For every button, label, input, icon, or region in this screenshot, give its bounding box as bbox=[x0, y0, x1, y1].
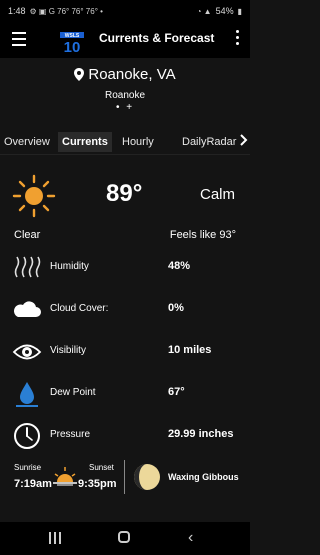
pressure-label: Pressure bbox=[50, 429, 91, 440]
humidity-value: 48% bbox=[168, 260, 191, 272]
location-selector[interactable]: Roanoke, VA bbox=[74, 66, 176, 83]
battery-text: 54% bbox=[215, 6, 234, 16]
status-time: 1:48 bbox=[8, 6, 26, 16]
dew-point-icon bbox=[16, 382, 38, 407]
chevron-right-icon[interactable] bbox=[240, 134, 248, 146]
tab-overview[interactable]: Overview bbox=[4, 136, 50, 148]
battery-icon: ▮ bbox=[237, 6, 242, 16]
sunrise-time: 7:19am bbox=[14, 478, 52, 490]
recent-apps-icon[interactable] bbox=[48, 532, 62, 544]
location-header: Roanoke, VA Roanoke • + bbox=[0, 66, 250, 113]
back-icon[interactable]: ‹ bbox=[188, 529, 193, 547]
forecast-tabs: Overview Currents Hourly DailyRadar bbox=[0, 130, 250, 155]
current-conditions: 89° Calm bbox=[0, 170, 250, 220]
humidity-icon bbox=[14, 256, 41, 278]
detail-row-pressure: Pressure 29.99 inches bbox=[0, 421, 250, 451]
sunrise-label: Sunrise bbox=[14, 463, 42, 472]
cloud-icon bbox=[14, 301, 42, 317]
location-pin-icon bbox=[74, 68, 85, 81]
pressure-value: 29.99 inches bbox=[168, 428, 234, 440]
station-logo: WSLS 10 bbox=[60, 32, 84, 54]
pressure-gauge-icon bbox=[14, 423, 40, 449]
location-pager[interactable]: • + bbox=[0, 102, 250, 113]
location-subtitle: Roanoke bbox=[104, 90, 146, 101]
condition-text: Clear bbox=[14, 229, 41, 241]
wifi-signal-icon: ◔ ▲ bbox=[196, 6, 212, 16]
sun-icon bbox=[12, 174, 56, 218]
condition-row: Clear Feels like 93° bbox=[14, 229, 236, 241]
more-options-icon[interactable] bbox=[234, 30, 240, 50]
detail-row-cloud-cover: Cloud Cover: 0% bbox=[0, 295, 250, 325]
cloud-cover-label: Cloud Cover: bbox=[50, 303, 109, 314]
menu-icon[interactable] bbox=[12, 32, 26, 46]
status-notification-icons: ⚙ ▣ G 76° 76° 76° • bbox=[29, 6, 103, 16]
dew-point-label: Dew Point bbox=[50, 387, 96, 398]
feels-like-text: Feels like 93° bbox=[169, 229, 236, 241]
tab-hourly[interactable]: Hourly bbox=[122, 136, 154, 148]
current-temperature: 89° bbox=[106, 180, 143, 207]
sunset-time: 9:35pm bbox=[78, 478, 117, 490]
system-nav-bar: ‹ bbox=[0, 522, 250, 555]
detail-row-humidity: Humidity 48% bbox=[0, 253, 250, 283]
detail-row-dew-point: Dew Point 67° bbox=[0, 379, 250, 409]
status-bar: 1:48 ⚙ ▣ G 76° 76° 76° • ◔ ▲ 54% ▮ bbox=[0, 0, 250, 22]
eye-icon bbox=[12, 344, 42, 360]
home-icon[interactable] bbox=[118, 531, 130, 543]
visibility-label: Visibility bbox=[50, 345, 86, 356]
moon-phase-icon bbox=[134, 464, 160, 490]
moon-phase-text: Waxing Gibbous bbox=[168, 472, 239, 482]
wind-status: Calm bbox=[200, 186, 236, 203]
location-name: Roanoke, VA bbox=[88, 66, 176, 83]
svg-text:10: 10 bbox=[64, 39, 81, 54]
app-bar: WSLS 10 Currents & Forecast bbox=[0, 22, 250, 58]
sunset-label: Sunset bbox=[89, 463, 114, 472]
cloud-cover-value: 0% bbox=[168, 302, 184, 314]
tab-daily-radar[interactable]: DailyRadar bbox=[182, 136, 236, 148]
tab-currents[interactable]: Currents bbox=[58, 132, 112, 152]
humidity-label: Humidity bbox=[50, 261, 89, 272]
visibility-value: 10 miles bbox=[168, 344, 212, 356]
dew-point-value: 67° bbox=[168, 386, 185, 398]
sunrise-sunset-icon bbox=[53, 467, 77, 486]
astro-divider bbox=[124, 460, 125, 494]
detail-row-visibility: Visibility 10 miles bbox=[0, 337, 250, 367]
astronomy-row: Sunrise Sunset 7:19am 9:35pm Waxing Gibb… bbox=[0, 460, 250, 496]
page-title: Currents & Forecast bbox=[99, 31, 215, 45]
